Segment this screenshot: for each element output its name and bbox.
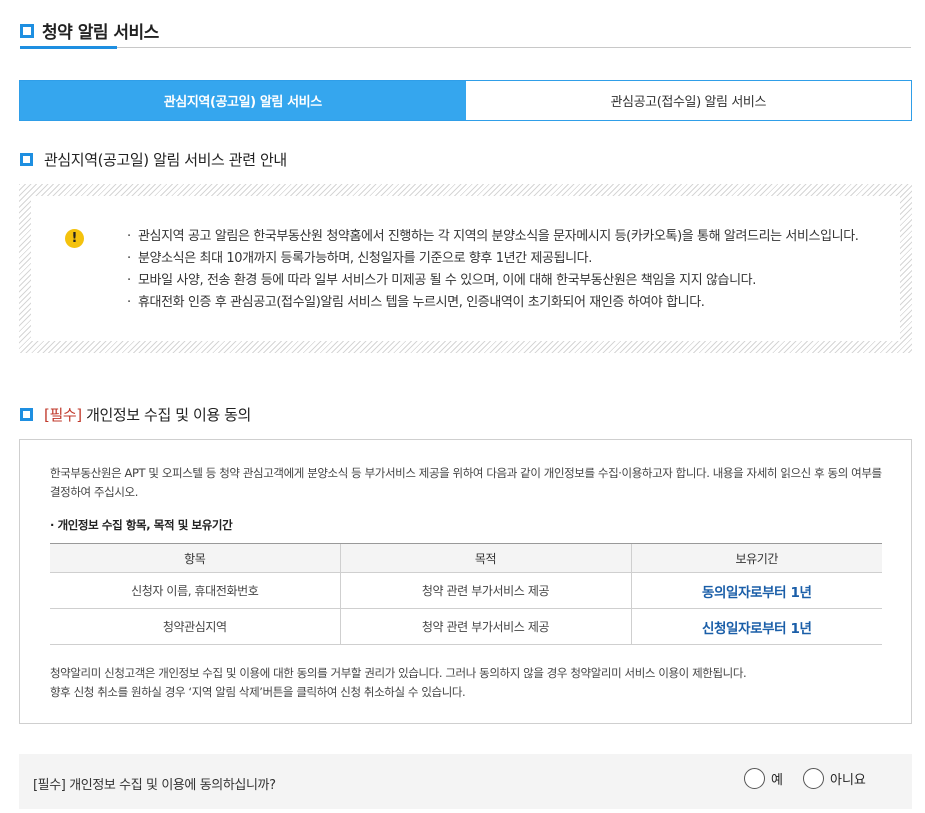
consent-box: 한국부동산원은 APT 및 오피스텔 등 청약 관심고객에게 분양소식 등 부가…: [19, 439, 912, 724]
agree-bar: [필수] 개인정보 수집 및 이용에 동의하십니까? 예 아니요: [19, 754, 912, 809]
table-header: 항목: [50, 543, 340, 573]
consent-outro-line: 향후 신청 취소를 원하실 경우 ‘지역 알림 삭제’버튼을 클릭하여 신청 취…: [50, 685, 466, 699]
square-bullet-icon: [20, 153, 33, 166]
retention-period: 동의일자로부터 1년: [630, 572, 882, 609]
agree-yes-radio[interactable]: [744, 768, 765, 789]
notice-item: 휴대전화 인증 후 관심공고(접수일)알림 서비스 텝을 누르시면, 인증내역이…: [127, 292, 867, 314]
table-header: 목적: [339, 543, 631, 573]
notice-item: 관심지역 공고 알림은 한국부동산원 청약홈에서 진행하는 각 지역의 분양소식…: [127, 226, 867, 248]
agree-no-radio[interactable]: [803, 768, 824, 789]
notice-heading-text: 관심지역(공고일) 알림 서비스 관련 안내: [44, 151, 287, 169]
consent-outro: 청약알리미 신청고객은 개인정보 수집 및 이용에 대한 동의를 거부할 권리가…: [50, 664, 890, 702]
table-row: 신청자 이름, 휴대전화번호 청약 관련 부가서비스 제공 동의일자로부터 1년: [50, 572, 882, 609]
table-cell: 청약 관련 부가서비스 제공: [339, 608, 631, 645]
tab-notice-alert[interactable]: 관심공고(접수일) 알림 서비스: [465, 81, 911, 120]
square-bullet-icon: [20, 23, 34, 38]
notice-item: 분양소식은 최대 10개까지 등록가능하며, 신청일자를 기준으로 향후 1년간…: [127, 248, 867, 270]
required-tag: [필수]: [44, 406, 82, 424]
notice-section-heading: 관심지역(공고일) 알림 서비스 관련 안내: [20, 149, 287, 170]
consent-intro: 한국부동산원은 APT 및 오피스텔 등 청약 관심고객에게 분양소식 등 부가…: [50, 466, 882, 499]
agree-question: [필수] 개인정보 수집 및 이용에 동의하십니까?: [33, 778, 276, 793]
notice-box: ! 관심지역 공고 알림은 한국부동산원 청약홈에서 진행하는 각 지역의 분양…: [19, 184, 912, 353]
square-bullet-icon: [20, 408, 33, 421]
table-cell: 신청자 이름, 휴대전화번호: [50, 572, 340, 609]
notice-inner: ! 관심지역 공고 알림은 한국부동산원 청약홈에서 진행하는 각 지역의 분양…: [31, 196, 900, 341]
notice-list: 관심지역 공고 알림은 한국부동산원 청약홈에서 진행하는 각 지역의 분양소식…: [127, 226, 867, 314]
agree-yes-label: 예: [771, 773, 783, 788]
consent-subheading: · 개인정보 수집 항목, 목적 및 보유기간: [50, 518, 233, 532]
notice-item: 모바일 사양, 전송 환경 등에 따라 일부 서비스가 미제공 될 수 있으며,…: [127, 270, 867, 292]
title-accent-bar: [20, 46, 117, 49]
table-cell: 청약관심지역: [50, 608, 340, 645]
page-title-text: 청약 알림 서비스: [42, 23, 159, 43]
agree-yes-option[interactable]: 예: [744, 768, 783, 789]
service-tabs: 관심지역(공고일) 알림 서비스 관심공고(접수일) 알림 서비스: [19, 80, 912, 121]
table-row: 청약관심지역 청약 관련 부가서비스 제공 신청일자로부터 1년: [50, 608, 882, 645]
consent-outro-line: 청약알리미 신청고객은 개인정보 수집 및 이용에 대한 동의를 거부할 권리가…: [50, 666, 747, 680]
consent-heading-text: [필수] 개인정보 수집 및 이용 동의: [44, 404, 251, 425]
warning-icon: !: [65, 229, 84, 248]
tab-region-alert[interactable]: 관심지역(공고일) 알림 서비스: [20, 81, 466, 120]
consent-section-heading: [필수] 개인정보 수집 및 이용 동의: [20, 404, 251, 425]
table-header-row: 항목 목적 보유기간: [50, 543, 882, 573]
consent-table: 항목 목적 보유기간 신청자 이름, 휴대전화번호 청약 관련 부가서비스 제공…: [50, 543, 882, 645]
agree-no-label: 아니요: [830, 773, 866, 788]
title-divider: [20, 47, 911, 48]
consent-heading-label: 개인정보 수집 및 이용 동의: [81, 406, 251, 424]
table-cell: 청약 관련 부가서비스 제공: [339, 572, 631, 609]
page-title: 청약 알림 서비스: [20, 18, 159, 43]
agree-no-option[interactable]: 아니요: [803, 768, 866, 789]
retention-period: 신청일자로부터 1년: [630, 608, 882, 645]
table-header: 보유기간: [630, 543, 882, 573]
